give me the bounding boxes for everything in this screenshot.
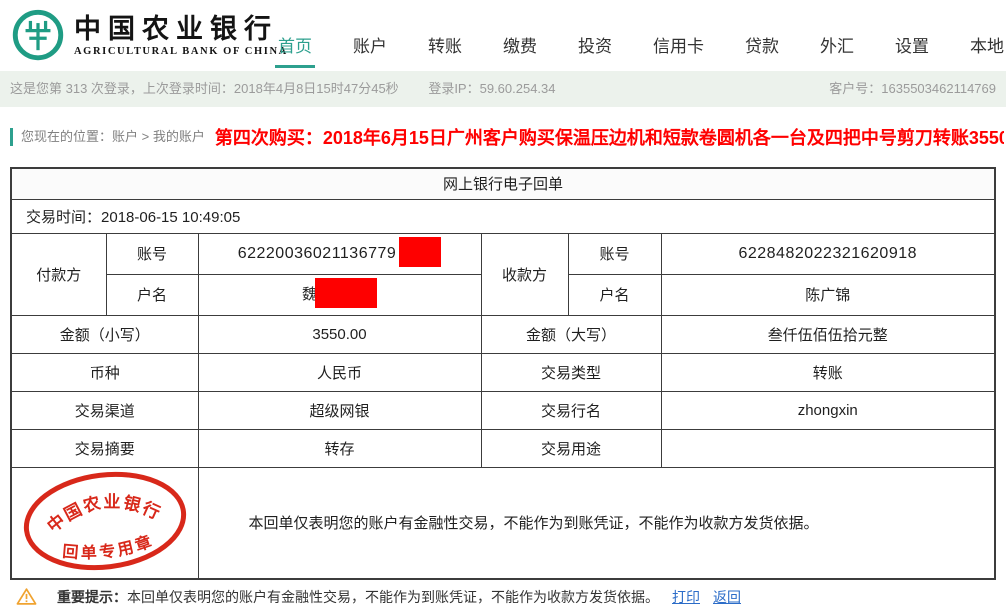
amount-lower-label: 金额（小写） — [11, 315, 198, 353]
receipt-disclaimer: 本回单仅表明您的账户有金融性交易，不能作为到账凭证，不能作为收款方发货依据。 — [198, 467, 995, 579]
header: 中国农业银行 AGRICULTURAL BANK OF CHINA 首页 账户 … — [0, 0, 1006, 71]
login-count-text: 这是您第 313 次登录，上次登录时间：2018年4月8日15时47分45秒 — [10, 81, 399, 96]
payee-name-label: 户名 — [568, 274, 661, 315]
bank-logo[interactable]: 中国农业银行 AGRICULTURAL BANK OF CHINA — [12, 9, 288, 61]
transaction-time-label: 交易时间： — [26, 209, 101, 226]
bank-name-cn: 中国农业银行 — [74, 14, 288, 44]
txn-type-value: 转账 — [661, 353, 995, 391]
currency-value: 人民币 — [198, 353, 481, 391]
txn-type-label: 交易类型 — [481, 353, 661, 391]
footer-notice-label: 重要提示： — [57, 589, 127, 605]
receipt-title: 网上银行电子回单 — [11, 168, 995, 199]
payer-name-value: 魏 — [198, 274, 481, 315]
redaction-box — [315, 278, 377, 308]
nav-item-transfer[interactable]: 转账 — [428, 32, 462, 57]
txn-bank-value: zhongxin — [661, 391, 995, 429]
txn-summary-label: 交易摘要 — [11, 429, 198, 467]
warning-icon — [16, 587, 37, 606]
customer-number-text: 客户号：1635503462114769 — [829, 71, 996, 107]
bank-name-block: 中国农业银行 AGRICULTURAL BANK OF CHINA — [74, 14, 288, 57]
print-link[interactable]: 打印 — [672, 587, 700, 607]
txn-channel-value: 超级网银 — [198, 391, 481, 429]
nav-item-forex[interactable]: 外汇 — [820, 32, 854, 57]
redaction-box — [399, 237, 441, 267]
payee-account-label: 账号 — [568, 233, 661, 274]
bank-name-en: AGRICULTURAL BANK OF CHINA — [74, 46, 288, 57]
stamp-text-top: 中国农业银行 — [41, 484, 167, 537]
e-receipt-table: 网上银行电子回单 交易时间：2018-06-15 10:49:05 付款方 账号… — [10, 167, 996, 580]
nav-item-loans[interactable]: 贷款 — [745, 32, 779, 57]
back-link[interactable]: 返回 — [713, 587, 741, 607]
nav-item-local[interactable]: 本地 — [970, 32, 1004, 57]
breadcrumb-row: 您现在的位置：账户 > 我的账户 第四次购买：2018年6月15日广州客户购买保… — [10, 121, 1004, 153]
txn-bank-label: 交易行名 — [481, 391, 661, 429]
txn-purpose-value — [661, 429, 995, 467]
txn-purpose-label: 交易用途 — [481, 429, 661, 467]
footer-notice-text: 重要提示：本回单仅表明您的账户有金融性交易，不能作为到账凭证，不能作为收款方发货… — [57, 587, 659, 607]
footer-notice-bar: 重要提示：本回单仅表明您的账户有金融性交易，不能作为到账凭证，不能作为收款方发货… — [16, 587, 996, 607]
main-nav: 首页 账户 转账 缴费 投资 信用卡 贷款 外汇 设置 本地 — [278, 32, 1006, 57]
nav-item-accounts[interactable]: 账户 — [353, 32, 387, 57]
amount-lower-value: 3550.00 — [198, 315, 481, 353]
currency-label: 币种 — [11, 353, 198, 391]
svg-text:中国农业银行: 中国农业银行 — [41, 484, 167, 537]
nav-item-invest[interactable]: 投资 — [578, 32, 612, 57]
abc-wheat-ring-icon — [12, 9, 64, 61]
payer-account-label: 账号 — [106, 233, 198, 274]
payee-account-value: 6228482022321620918 — [661, 233, 995, 274]
breadcrumb: 您现在的位置：账户 > 我的账户 — [10, 128, 205, 146]
txn-summary-value: 转存 — [198, 429, 481, 467]
purchase-annotation-text: 第四次购买：2018年6月15日广州客户购买保温压边机和短款卷圆机各一台及四把中… — [215, 124, 1004, 150]
nav-item-settings[interactable]: 设置 — [895, 32, 929, 57]
payer-name-label: 户名 — [106, 274, 198, 315]
payee-row-label: 收款方 — [481, 233, 568, 315]
bank-stamp-cell: 中国农业银行 回单专用章 — [11, 467, 198, 579]
payer-row-label: 付款方 — [11, 233, 106, 315]
payee-name-value: 陈广锦 — [661, 274, 995, 315]
login-ip-text: 登录IP：59.60.254.34 — [428, 81, 555, 96]
transaction-time-cell: 交易时间：2018-06-15 10:49:05 — [11, 199, 995, 233]
amount-upper-label: 金额（大写） — [481, 315, 661, 353]
nav-item-home[interactable]: 首页 — [278, 32, 312, 57]
txn-channel-label: 交易渠道 — [11, 391, 198, 429]
nav-item-payments[interactable]: 缴费 — [503, 32, 537, 57]
receipt-stamp-icon: 中国农业银行 回单专用章 — [12, 468, 198, 574]
amount-upper-value: 叁仟伍佰伍拾元整 — [661, 315, 995, 353]
nav-item-creditcard[interactable]: 信用卡 — [653, 32, 704, 57]
transaction-time-value: 2018-06-15 10:49:05 — [101, 209, 240, 226]
login-info-left: 这是您第 313 次登录，上次登录时间：2018年4月8日15时47分45秒 登… — [10, 81, 582, 96]
login-info-bar: 这是您第 313 次登录，上次登录时间：2018年4月8日15时47分45秒 登… — [0, 71, 1006, 107]
payer-account-value: 62220036021136779 — [198, 233, 481, 274]
